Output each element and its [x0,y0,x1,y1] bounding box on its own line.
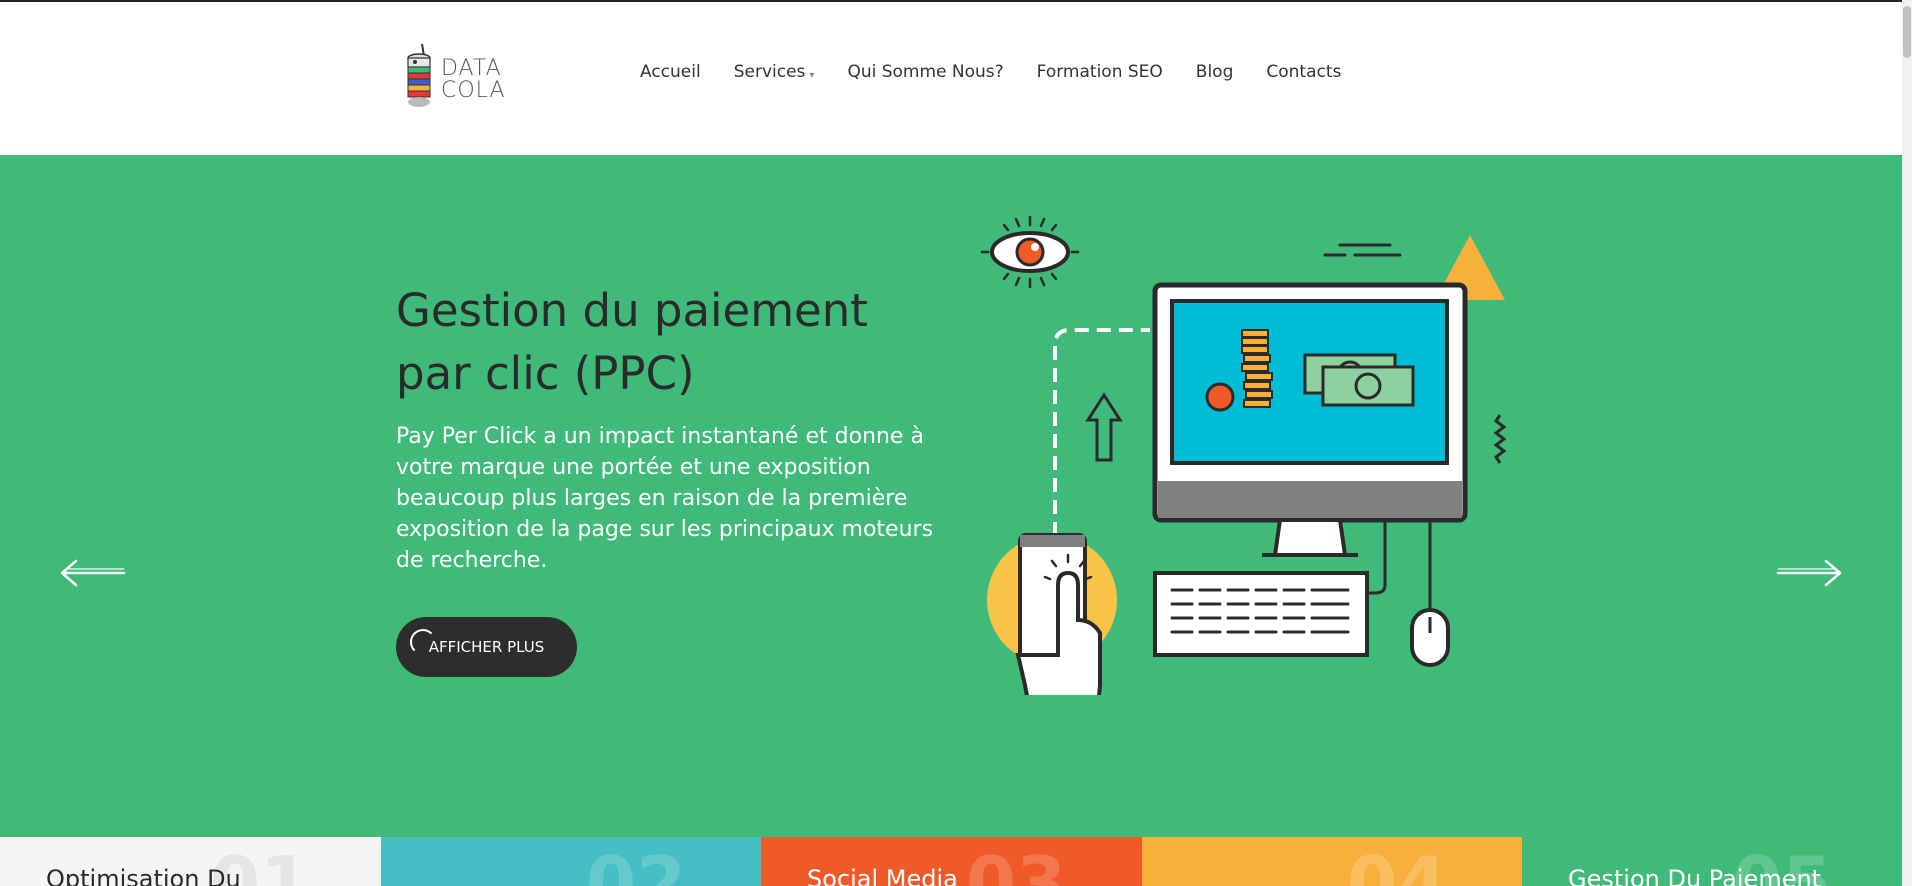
tile-label: Social Media [807,865,958,886]
hero-title: Gestion du paiement par clic (PPC) [396,284,868,400]
tile-number: 02 [586,841,687,886]
service-tiles: 01 Optimisation Du 02 03 Social Media 04… [0,837,1902,886]
nav-item-formation-seo[interactable]: Formation SEO [1037,62,1163,82]
service-tile[interactable]: 03 Social Media [761,837,1142,886]
nav-item-qui-somme-nous[interactable]: Qui Somme Nous? [847,62,1003,82]
service-tile[interactable]: 01 Optimisation Du [0,837,381,886]
eye-icon [980,215,1080,289]
service-tile[interactable]: 04 [1142,837,1522,886]
tile-number: 03 [966,841,1067,886]
scrollbar-thumb[interactable] [1903,6,1911,58]
hero-description: Pay Per Click a un impact instantané et … [396,424,934,573]
nav-label: Qui Somme Nous? [847,62,1004,82]
main-nav: Accueil Services ▾ Qui Somme Nous? Format… [640,62,1374,82]
show-more-button[interactable]: AFFICHER PLUS [396,617,577,677]
show-more-label: AFFICHER PLUS [428,638,545,656]
nav-label: Contacts [1266,62,1342,82]
service-tile[interactable]: 05 Gestion Du Paiement [1522,837,1902,886]
chevron-down-icon: ▾ [809,69,815,81]
touch-phone-icon [987,533,1117,695]
nav-label: Accueil [640,62,701,82]
arrow-left-icon[interactable] [58,555,126,591]
keyboard-icon [1153,520,1387,657]
nav-item-services[interactable]: Services ▾ [734,62,815,82]
hero-slider: Gestion du paiement par clic (PPC) Pay P… [0,155,1902,837]
brand-logo[interactable]: DATA COLA [405,44,515,114]
soda-can-stack-icon [407,44,431,107]
tile-label: Gestion Du Paiement [1568,865,1822,886]
mouse-icon [1410,520,1450,667]
nav-item-accueil[interactable]: Accueil [640,62,701,82]
monitor-icon [1152,282,1468,557]
page-scrollbar[interactable] [1902,0,1912,886]
nav-label: Formation SEO [1036,62,1163,82]
nav-label: Blog [1195,62,1234,82]
brand-name: DATA COLA [441,58,506,102]
ppc-illustration [980,215,1507,695]
service-tile[interactable]: 02 [381,837,761,886]
arrow-right-icon[interactable] [1776,555,1844,591]
tile-label: Optimisation Du [46,865,241,886]
site-header: DATA COLA Accueil Services ▾ Qui Somme No… [0,2,1902,155]
brand-line1: DATA [441,56,502,81]
tile-number: 04 [1347,841,1448,886]
nav-label: Services [733,62,806,82]
nav-item-blog[interactable]: Blog [1196,62,1234,82]
brand-line2: COLA [441,78,506,103]
nav-item-contacts[interactable]: Contacts [1266,62,1341,82]
